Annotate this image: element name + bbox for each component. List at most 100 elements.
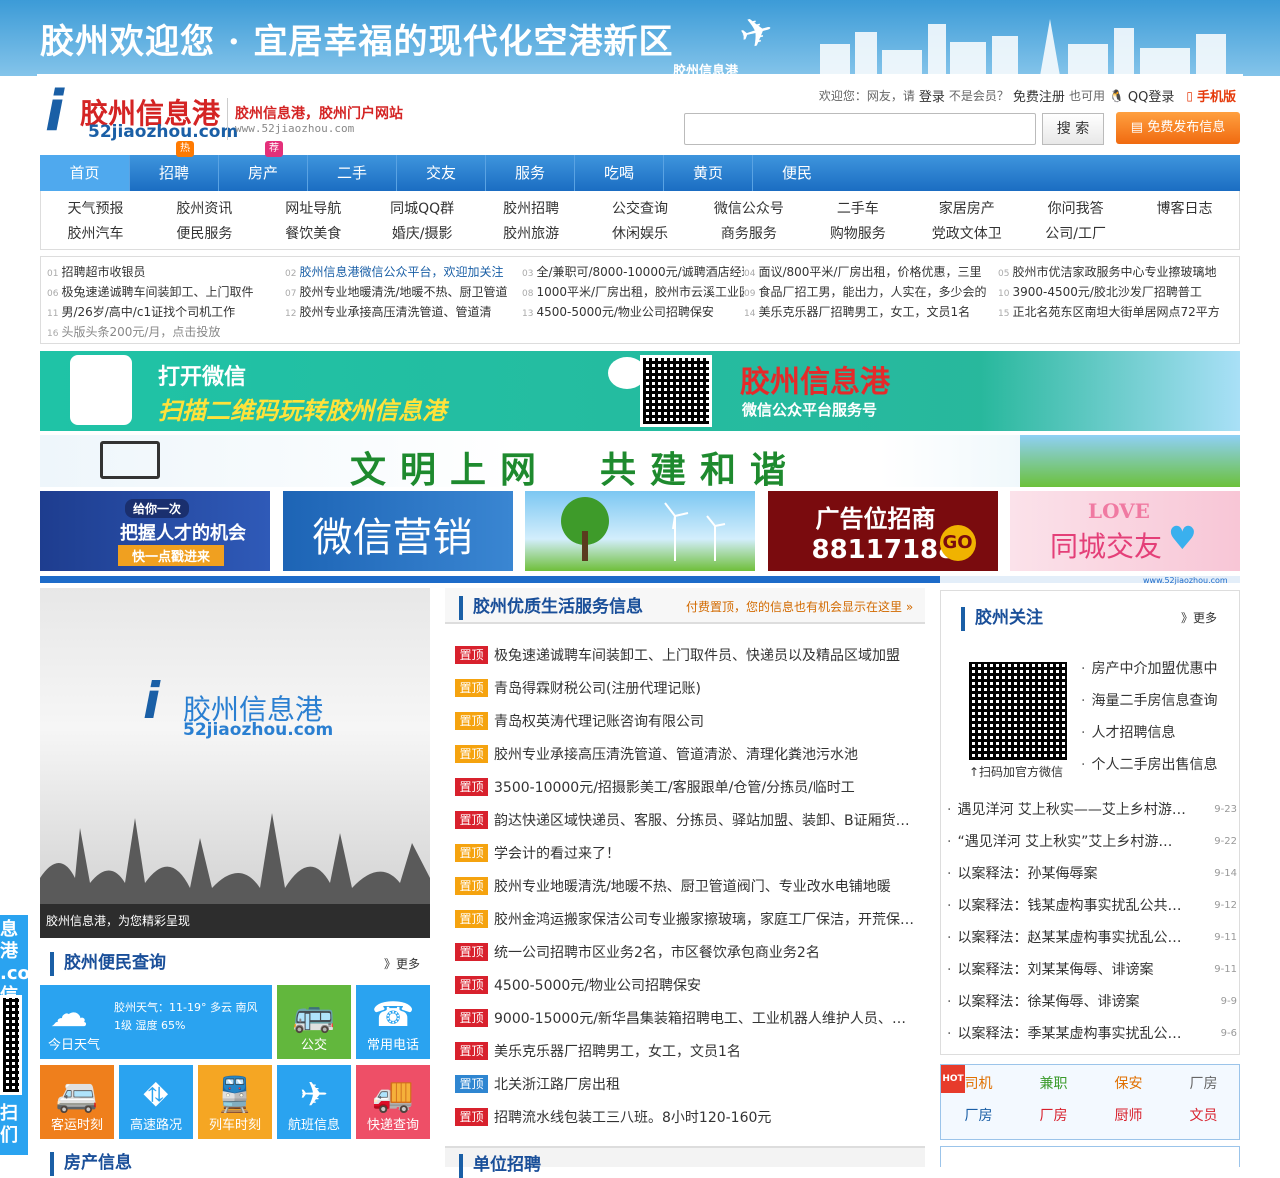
news-item[interactable]: 以案释法：季某某虚构事实扰乱公共… 9-6: [947, 1017, 1237, 1049]
logo-domain[interactable]: 52jiaozhou.com: [88, 122, 238, 142]
train-tile[interactable]: 🚆 列车时刻: [198, 1065, 272, 1139]
list-item[interactable]: 置顶 9000-15000元/新华昌集装箱招聘电工、工业机器人维护人员、电…: [455, 1001, 915, 1034]
subnav-link[interactable]: 网址导航: [259, 199, 368, 223]
subnav-link[interactable]: 党政文体卫: [912, 224, 1021, 248]
headline-item[interactable]: 01 招聘超市收银员: [47, 262, 285, 282]
list-item[interactable]: 置顶 胶州专业承接高压清洗管道、管道清淤、清理化粪池污水池: [455, 737, 915, 770]
headline-item[interactable]: 07 胶州专业地暖清洗/地暖不热、厨卫管道: [285, 282, 522, 302]
subnav-link[interactable]: 公司/工厂: [1021, 224, 1130, 248]
news-item[interactable]: 以案释法：赵某某虚构事实扰乱公共… 9-11: [947, 921, 1237, 953]
coach-tile[interactable]: 🚐 客运时刻: [40, 1065, 114, 1139]
headline-item[interactable]: 06 极兔速递诚聘车间装卸工、上门取件: [47, 282, 285, 302]
qq-login-link[interactable]: QQ登录: [1128, 86, 1174, 105]
services-more-link[interactable]: 》更多: [384, 955, 420, 972]
nav-item[interactable]: 首页: [40, 155, 129, 191]
category-link[interactable]: 厂房: [1016, 1105, 1091, 1125]
list-item[interactable]: 置顶 胶州专业地暖清洗/地暖不热、厨卫管道阀门、专业改水电铺地暖: [455, 869, 915, 902]
headline-item[interactable]: 12 胶州专业承接高压清洗管道、管道清: [285, 302, 522, 322]
premium-info-note[interactable]: 付费置顶，您的信息也有机会显示在这里 »: [686, 598, 913, 615]
nav-item[interactable]: 吃喝: [574, 155, 663, 191]
category-link[interactable]: 保安: [1091, 1073, 1166, 1093]
subnav-link[interactable]: 博客日志: [1130, 199, 1239, 223]
subnav-link[interactable]: 家居房产: [912, 199, 1021, 223]
category-link[interactable]: 文员: [1166, 1105, 1241, 1125]
subnav-link[interactable]: 便民服务: [150, 224, 259, 248]
headline-item[interactable]: 14 美乐克乐器厂招聘男工，女工，文员1名: [744, 302, 998, 322]
headline-item[interactable]: 05 胶州市优洁家政服务中心专业擦玻璃地: [998, 262, 1234, 282]
ad-windmill[interactable]: [525, 491, 755, 571]
category-link[interactable]: 厨师: [1091, 1105, 1166, 1125]
search-input[interactable]: [684, 113, 1036, 145]
focus-link[interactable]: 人才招聘信息: [1081, 717, 1237, 749]
list-item[interactable]: 置顶 统一公司招聘市区业务2名，市区餐饮承包商业务2名: [455, 935, 915, 968]
phone-tile[interactable]: ☎ 常用电话: [356, 985, 430, 1059]
register-link[interactable]: 免费注册: [1013, 86, 1065, 105]
subnav-link[interactable]: 购物服务: [803, 224, 912, 248]
list-item[interactable]: 置顶 3500-10000元/招摄影美工/客服跟单/仓管/分拣员/临时工: [455, 770, 915, 803]
nav-item[interactable]: 交友: [396, 155, 485, 191]
nav-item[interactable]: 荐房产: [218, 141, 307, 191]
list-item[interactable]: 置顶 青岛得霖财税公司(注册代理记账): [455, 671, 915, 704]
subnav-link[interactable]: 公交查询: [586, 199, 695, 223]
express-tile[interactable]: 🚚 快递查询: [356, 1065, 430, 1139]
news-item[interactable]: 以案释法：徐某侮辱、诽谤案 9-9: [947, 985, 1237, 1017]
login-link[interactable]: 登录: [919, 86, 945, 105]
list-item[interactable]: 置顶 胶州金鸿运搬家保洁公司专业搬家擦玻璃，家庭工厂保洁，开荒保洁…: [455, 902, 915, 935]
subnav-link[interactable]: 二手车: [803, 199, 912, 223]
bus-tile[interactable]: 🚌 公交: [277, 985, 351, 1059]
category-link[interactable]: 兼职: [1016, 1073, 1091, 1093]
subnav-link[interactable]: 你问我答: [1021, 199, 1130, 223]
subnav-link[interactable]: 天气预报: [41, 199, 150, 223]
nav-item[interactable]: 黄页: [663, 155, 752, 191]
subnav-link[interactable]: 婚庆/摄影: [368, 224, 477, 248]
headline-item[interactable]: 08 1000平米/厂房出租，胶州市云溪工业园: [522, 282, 744, 302]
nav-item[interactable]: 服务: [485, 155, 574, 191]
headline-item[interactable]: 15 正北名苑东区南坦大街单居网点72平方: [998, 302, 1234, 322]
category-link[interactable]: 厂房: [941, 1105, 1016, 1125]
news-item[interactable]: “遇见洋河 艾上秋实”艾上乡村游… 9-22: [947, 825, 1237, 857]
headline-item[interactable]: 02 胶州信息港微信公众平台，欢迎加关注: [285, 262, 522, 282]
subnav-link[interactable]: 胶州招聘: [477, 199, 586, 223]
focus-more-link[interactable]: 》更多: [1181, 609, 1217, 626]
focus-link[interactable]: 房产中介加盟优惠中: [1081, 653, 1237, 685]
news-item[interactable]: 以案释法：刘某某侮辱、诽谤案 9-11: [947, 953, 1237, 985]
headline-item[interactable]: 11 男/26岁/高中/c1证找个司机工作: [47, 302, 285, 322]
subnav-link[interactable]: 胶州资讯: [150, 199, 259, 223]
subnav-link[interactable]: 胶州旅游: [477, 224, 586, 248]
featured-image[interactable]: 胶州信息港，为您精彩呈现: [40, 588, 430, 938]
ad-dating[interactable]: LOVE 同城交友 ♥: [1010, 491, 1240, 571]
subnav-link[interactable]: 同城QQ群: [368, 199, 477, 223]
news-item[interactable]: 以案释法：孙某侮辱案 9-14: [947, 857, 1237, 889]
ad-wechat-marketing[interactable]: 微信营销: [282, 491, 513, 571]
news-item[interactable]: 遇见洋河 艾上秋实——艾上乡村游… 9-23: [947, 793, 1237, 825]
news-item[interactable]: 以案释法：钱某虚构事实扰乱公共秩… 9-12: [947, 889, 1237, 921]
category-link[interactable]: 厂房: [1166, 1073, 1241, 1093]
list-item[interactable]: 置顶 美乐克乐器厂招聘男工，女工，文员1名: [455, 1034, 915, 1067]
post-info-button[interactable]: ▤ 免费发布信息: [1116, 112, 1240, 144]
logo-icon[interactable]: i: [45, 84, 79, 140]
civil-banner[interactable]: 文明上网 共建和谐: [40, 435, 1240, 487]
list-item[interactable]: 置顶 极兔速递诚聘车间装卸工、上门取件员、快递员以及精品区域加盟: [455, 638, 915, 671]
ad-recruit-advertising[interactable]: 广告位招商 88117188 GO: [767, 491, 998, 571]
focus-link[interactable]: 海量二手房信息查询: [1081, 685, 1237, 717]
focus-link[interactable]: 个人二手房出售信息: [1081, 749, 1237, 781]
list-item[interactable]: 置顶 青岛权英涛代理记账咨询有限公司: [455, 704, 915, 737]
nav-item[interactable]: 热招聘: [129, 141, 218, 191]
subnav-link[interactable]: 休闲娱乐: [586, 224, 695, 248]
ad-talent[interactable]: 给你一次 把握人才的机会 快一点戳进来: [40, 491, 270, 571]
headline-item[interactable]: 10 3900-4500元/胶北沙发厂招聘普工: [998, 282, 1234, 302]
nav-item[interactable]: 便民: [752, 155, 841, 191]
headline-item[interactable]: 13 4500-5000元/物业公司招聘保安: [522, 302, 744, 322]
highway-tile[interactable]: ⛖ 高速路况: [119, 1065, 193, 1139]
list-item[interactable]: 置顶 4500-5000元/物业公司招聘保安: [455, 968, 915, 1001]
subnav-link[interactable]: 商务服务: [694, 224, 803, 248]
list-item[interactable]: 置顶 学会计的看过来了！: [455, 836, 915, 869]
headline-item[interactable]: 03 全/兼职可/8000-10000元/诚聘酒店经理: [522, 262, 744, 282]
headline-item[interactable]: 16 头版头条200元/月，点击投放: [47, 322, 285, 342]
wechat-banner[interactable]: 打开微信 扫描二维码玩转胶州信息港 胶州信息港 微信公众平台服务号: [40, 351, 1240, 431]
subnav-link[interactable]: 微信公众号: [694, 199, 803, 223]
flight-tile[interactable]: ✈ 航班信息: [277, 1065, 351, 1139]
list-item[interactable]: 置顶 北关浙江路厂房出租: [455, 1067, 915, 1100]
headline-item[interactable]: 09 食品厂招工男，能出力，人实在，多少会的: [744, 282, 998, 302]
mobile-link[interactable]: 手机版: [1197, 86, 1236, 105]
